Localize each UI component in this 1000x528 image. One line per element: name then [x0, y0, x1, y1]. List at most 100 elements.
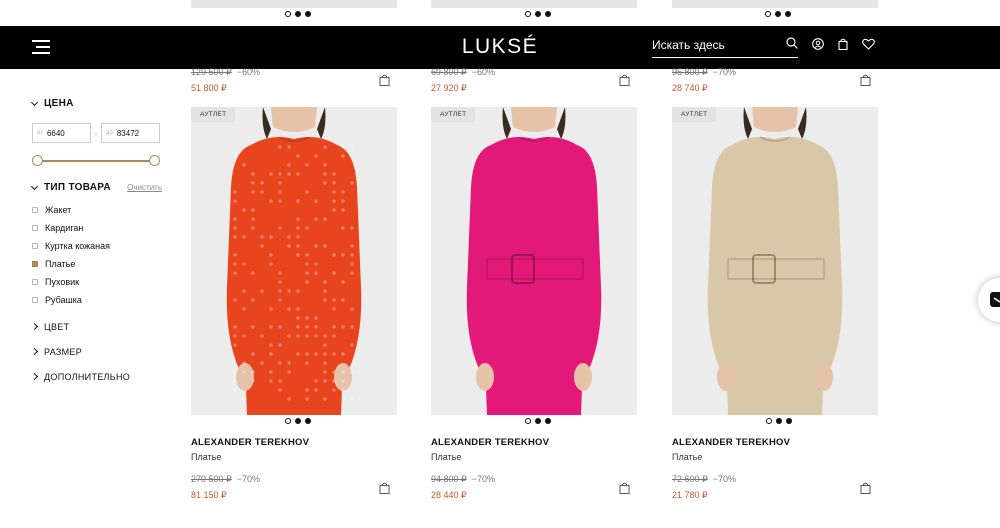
- add-to-cart-icon[interactable]: [860, 482, 871, 494]
- search-input[interactable]: [652, 38, 772, 52]
- dress-figure-illustration: [431, 107, 637, 415]
- product-image-partial[interactable]: [431, 0, 637, 8]
- product-brand[interactable]: ALEXANDER TEREKHOV: [191, 437, 309, 448]
- product-image-partial[interactable]: [672, 0, 878, 8]
- chevron-right-icon: [31, 323, 38, 330]
- collapsed-filter-section[interactable]: РАЗМЕР: [32, 339, 162, 364]
- checkbox[interactable]: [32, 225, 38, 231]
- type-filter-option[interactable]: Куртка кожаная: [32, 237, 162, 255]
- product-prices: 94 800 ₽ −70% 28 440 ₽: [431, 474, 495, 501]
- chevron-down-icon: [31, 98, 38, 105]
- outlet-badge: АУТЛЕТ: [431, 107, 475, 122]
- add-to-cart-button[interactable]: [379, 73, 390, 91]
- price-to-value: 83472: [117, 129, 139, 138]
- menu-icon[interactable]: [32, 40, 50, 54]
- price-filter-title: ЦЕНА: [44, 98, 74, 109]
- product-brand[interactable]: ALEXANDER TEREKHOV: [431, 437, 549, 448]
- wishlist-heart-icon[interactable]: [862, 38, 875, 50]
- previous-product-prices: 69 800 ₽ −60% 27 920 ₽: [431, 67, 495, 94]
- checkbox[interactable]: [32, 243, 38, 249]
- add-to-cart-icon[interactable]: [619, 482, 630, 494]
- add-to-cart-button[interactable]: [860, 481, 871, 499]
- type-filter-option[interactable]: Кардиган: [32, 219, 162, 237]
- type-filter-label: Жакет: [45, 205, 71, 215]
- carousel-dots[interactable]: [525, 418, 551, 424]
- add-to-cart-icon[interactable]: [619, 74, 630, 86]
- discount-label: −60%: [237, 67, 260, 77]
- filters-sidebar: ЦЕНА от 6640 - до 83472 ТИП ТОВАРА Очистит…: [32, 98, 162, 389]
- price-slider[interactable]: [32, 155, 160, 167]
- old-price: 270 500 ₽: [191, 474, 232, 484]
- type-filter-option[interactable]: Платье: [32, 255, 162, 273]
- old-price: 129 500 ₽: [191, 67, 232, 77]
- discount-label: −70%: [472, 474, 495, 484]
- add-to-cart-button[interactable]: [619, 481, 630, 499]
- search-box: [652, 36, 798, 58]
- carousel-dots[interactable]: [766, 418, 792, 424]
- checkbox[interactable]: [32, 297, 38, 303]
- dress-figure-illustration: [672, 107, 878, 415]
- type-filter-option[interactable]: Пуховик: [32, 273, 162, 291]
- carousel-dots[interactable]: [765, 11, 791, 17]
- add-to-cart-button[interactable]: [619, 73, 630, 91]
- previous-product-prices: 129 500 ₽ −60% 51 800 ₽: [191, 67, 260, 94]
- type-filter-option[interactable]: Жакет: [32, 201, 162, 219]
- price-to-field[interactable]: до 83472: [101, 123, 160, 143]
- cart-icon[interactable]: [837, 38, 849, 50]
- type-filter-title: ТИП ТОВАРА: [44, 182, 111, 193]
- product-image[interactable]: АУТЛЕТ: [672, 107, 878, 415]
- add-to-cart-icon[interactable]: [379, 74, 390, 86]
- type-filter-list: Жакет Кардиган Куртка кожаная Платье Пуховик…: [32, 201, 162, 308]
- collapsed-filters: ЦВЕТ РАЗМЕР ДОПОЛНИТЕЛЬНО: [32, 314, 162, 389]
- header-icons: [812, 38, 875, 50]
- price-from-field[interactable]: от 6640: [32, 123, 91, 143]
- type-filter-label: Рубашка: [45, 295, 82, 305]
- chevron-down-icon: [31, 182, 38, 189]
- product-image-partial[interactable]: [191, 0, 397, 8]
- sale-price: 21 780 ₽: [672, 490, 736, 501]
- type-filter-label: Пуховик: [45, 277, 79, 287]
- sale-price: 27 920 ₽: [431, 83, 495, 94]
- old-price: 69 800 ₽: [431, 67, 467, 77]
- discount-label: −70%: [237, 474, 260, 484]
- old-price: 72 600 ₽: [672, 474, 708, 484]
- sale-price: 28 740 ₽: [672, 83, 736, 94]
- old-price: 95 800 ₽: [672, 67, 708, 77]
- add-to-cart-button[interactable]: [379, 481, 390, 499]
- previous-product-prices: 95 800 ₽ −70% 28 740 ₽: [672, 67, 736, 94]
- sale-price: 81 150 ₽: [191, 490, 260, 501]
- price-slider-max-handle[interactable]: [149, 155, 160, 166]
- site-logo[interactable]: LUKSÉ: [462, 35, 538, 58]
- price-filter-header[interactable]: ЦЕНА: [32, 98, 162, 109]
- checkbox[interactable]: [32, 207, 38, 213]
- price-from-prefix: от: [37, 130, 43, 136]
- account-icon[interactable]: [812, 38, 824, 50]
- carousel-dots[interactable]: [285, 418, 311, 424]
- discount-label: −60%: [472, 67, 495, 77]
- chat-widget-button[interactable]: [978, 278, 1000, 322]
- collapsed-filter-section[interactable]: ДОПОЛНИТЕЛЬНО: [32, 364, 162, 389]
- type-filter-option[interactable]: Рубашка: [32, 291, 162, 308]
- clear-filter-link[interactable]: Очистить: [127, 183, 162, 192]
- discount-label: −70%: [713, 67, 736, 77]
- product-image[interactable]: АУТЛЕТ: [431, 107, 637, 415]
- outlet-badge: АУТЛЕТ: [672, 107, 716, 122]
- price-slider-min-handle[interactable]: [32, 155, 43, 166]
- add-to-cart-button[interactable]: [860, 73, 871, 91]
- type-filter-label: Платье: [45, 259, 75, 269]
- sale-price: 51 800 ₽: [191, 83, 260, 94]
- product-prices: 72 600 ₽ −70% 21 780 ₽: [672, 474, 736, 501]
- type-filter-label: Куртка кожаная: [45, 241, 110, 251]
- checkbox[interactable]: [32, 279, 38, 285]
- checkbox[interactable]: [32, 261, 38, 267]
- add-to-cart-icon[interactable]: [379, 482, 390, 494]
- carousel-dots[interactable]: [285, 11, 311, 17]
- add-to-cart-icon[interactable]: [860, 74, 871, 86]
- previous-products-row: [0, 0, 1000, 26]
- search-icon[interactable]: [786, 37, 798, 49]
- product-image[interactable]: АУТЛЕТ: [191, 107, 397, 415]
- collapsed-filter-section[interactable]: ЦВЕТ: [32, 314, 162, 339]
- product-brand[interactable]: ALEXANDER TEREKHOV: [672, 437, 790, 448]
- carousel-dots[interactable]: [525, 11, 551, 17]
- collapsed-filter-title: РАЗМЕР: [44, 347, 82, 357]
